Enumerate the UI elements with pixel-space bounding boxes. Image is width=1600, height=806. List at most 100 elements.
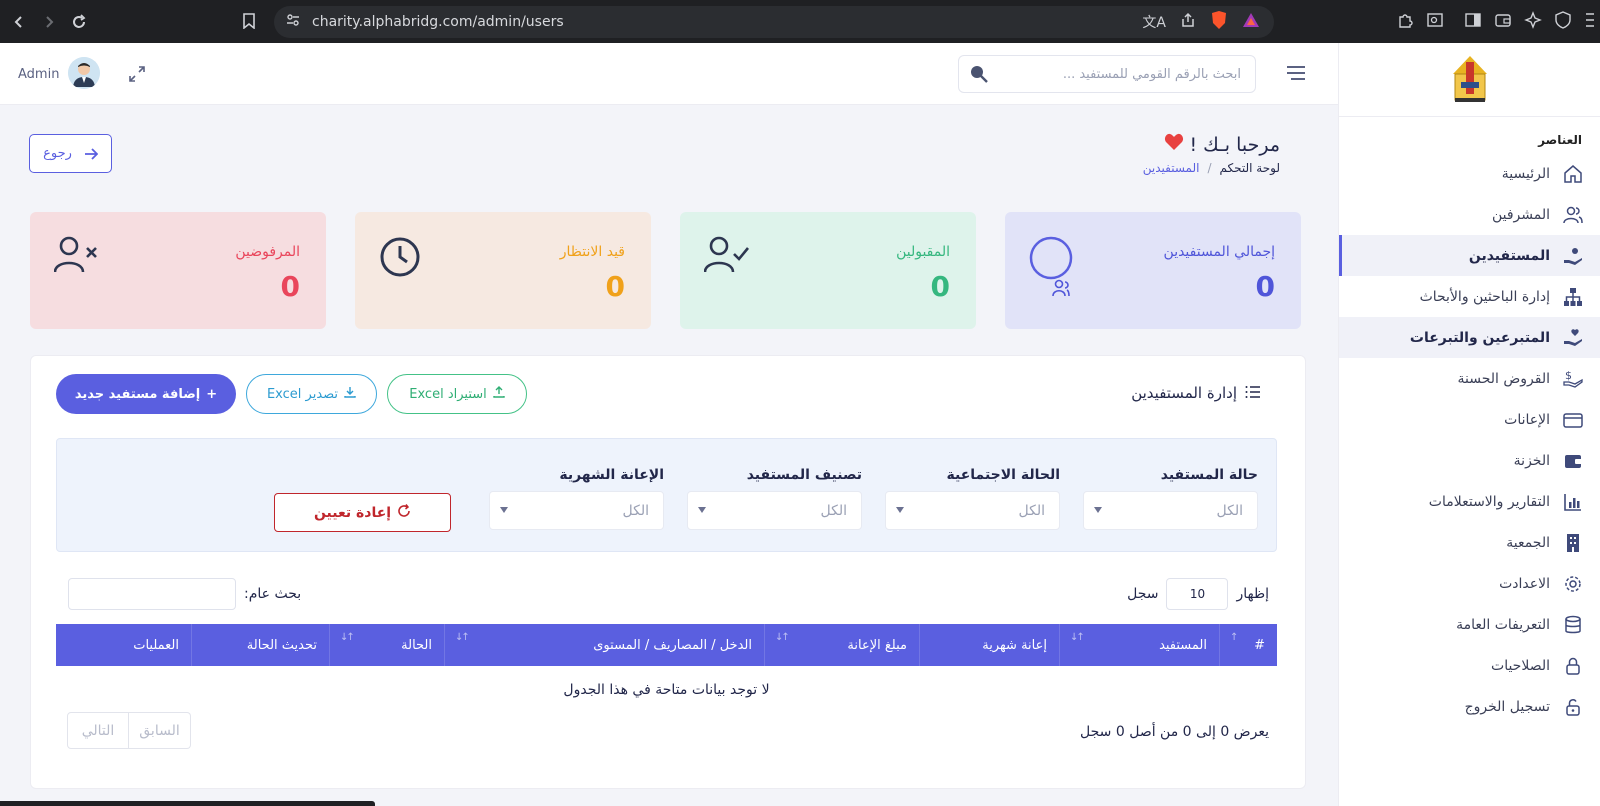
sidebar-item-treasury[interactable]: الخزنة: [1339, 440, 1600, 481]
site-settings-icon[interactable]: [286, 13, 300, 31]
col-index[interactable]: # ↑: [1219, 624, 1277, 666]
col-beneficiary[interactable]: المستفيد ↑↓: [1059, 624, 1219, 666]
address-bar[interactable]: charity.alphabridg.com/admin/users 文A: [274, 6, 1274, 38]
sidebar-item-aids[interactable]: الإعانات: [1339, 399, 1600, 440]
dollar-hand-icon: $: [1562, 368, 1584, 390]
import-excel-button[interactable]: استيراد Excel: [387, 374, 527, 414]
brave-rewards-icon[interactable]: [1242, 12, 1260, 32]
sort-icon: ↑↓: [340, 632, 355, 643]
reload-icon[interactable]: [64, 7, 94, 37]
col-aid-amount[interactable]: مبلغ الإعانة ↑↓: [764, 624, 919, 666]
reader-icon[interactable]: [1426, 11, 1444, 33]
stat-card-pending: قيد الانتظار 0: [355, 212, 651, 329]
export-excel-button[interactable]: تصدير Excel: [246, 374, 377, 414]
sidebar-item-label: الصلاحيات: [1491, 657, 1550, 674]
list-icon: [1245, 384, 1261, 402]
stat-label: المرفوضين: [235, 244, 300, 260]
back-arrow-icon[interactable]: [4, 7, 34, 37]
logo[interactable]: [1339, 43, 1600, 117]
fullscreen-icon[interactable]: [128, 65, 146, 87]
sidebar-item-label: التقارير والاستعلامات: [1428, 493, 1550, 510]
breadcrumb-separator: /: [1207, 161, 1212, 175]
col-status[interactable]: الحالة ↑↓: [329, 624, 444, 666]
wallet-icon[interactable]: [1494, 11, 1512, 33]
share-icon[interactable]: [1180, 12, 1196, 32]
sidebar-item-beneficiaries[interactable]: المستفيدين: [1339, 235, 1600, 276]
sidebar-item-definitions[interactable]: التعريفات العامة: [1339, 604, 1600, 645]
bookmark-icon[interactable]: [234, 6, 264, 36]
vpn-icon[interactable]: [1554, 11, 1572, 33]
sidebar-item-label: المشرفين: [1491, 206, 1550, 223]
global-search-input[interactable]: [68, 578, 236, 610]
admin-name[interactable]: Admin: [18, 67, 59, 82]
sidebar-item-reports[interactable]: التقارير والاستعلامات: [1339, 481, 1600, 522]
social-status-select[interactable]: الكل: [885, 491, 1060, 530]
sort-icon: ↑↓: [775, 632, 790, 643]
col-update-status[interactable]: تحديث الحالة: [191, 624, 329, 666]
avatar[interactable]: [68, 57, 100, 89]
heart-icon: [1164, 133, 1184, 156]
status-select[interactable]: الكل: [1083, 491, 1258, 530]
column-label: إعانة شهرية: [982, 637, 1047, 653]
col-monthly-aid[interactable]: إعانة شهرية: [919, 624, 1059, 666]
search-placeholder: ابحث بالرقم القومي للمستفيد ...: [1062, 66, 1241, 82]
back-button[interactable]: رجوع: [29, 134, 112, 173]
building-icon: [1562, 532, 1584, 554]
sidebar-item-home[interactable]: الرئيسية: [1339, 153, 1600, 194]
filter-label: تصنيف المستفيد: [746, 467, 862, 483]
next-page-button[interactable]: التالي: [67, 712, 129, 749]
reset-filters-button[interactable]: إعادة تعيين: [274, 493, 451, 532]
sidebar-item-settings[interactable]: الاعدادت: [1339, 563, 1600, 604]
users-circle-icon: [1029, 236, 1075, 304]
sidebar-section-title: العناصر: [1538, 133, 1582, 147]
translate-icon[interactable]: 文A: [1142, 12, 1166, 32]
extensions-icon[interactable]: [1396, 11, 1414, 33]
table-empty-row: لا توجد بيانات متاحة في هذا الجدول: [56, 666, 1277, 714]
unlock-icon: [1562, 696, 1584, 718]
col-income[interactable]: الدخل / المصاريف / المستوى ↑↓: [444, 624, 764, 666]
stat-label: قيد الانتظار: [559, 244, 625, 260]
sidebar-item-permissions[interactable]: الصلاحيات: [1339, 645, 1600, 686]
caret-down-icon: [698, 507, 706, 513]
page-length-select[interactable]: 10: [1166, 578, 1229, 610]
column-label: #: [1254, 637, 1265, 653]
sidebar-item-logout[interactable]: تسجيل الخروج: [1339, 686, 1600, 727]
select-value: الكل: [622, 502, 650, 519]
import-excel-label: استيراد Excel: [409, 386, 487, 402]
forward-arrow-icon[interactable]: [34, 7, 64, 37]
sidebar-item-label: المستفيدين: [1468, 247, 1550, 264]
stat-label: المقبولين: [896, 244, 950, 260]
sidebar-item-supervisors[interactable]: المشرفين: [1339, 194, 1600, 235]
svg-text:$: $: [1565, 369, 1572, 382]
menu-icon[interactable]: [1584, 11, 1594, 33]
database-icon: [1562, 614, 1584, 636]
select-value: الكل: [820, 502, 848, 519]
taskbar-strip: [0, 801, 375, 806]
sidebar-item-loans[interactable]: $ القروض الحسنة: [1339, 358, 1600, 399]
sidebar-item-association[interactable]: الجمعية: [1339, 522, 1600, 563]
search-icon: [969, 64, 989, 88]
hamburger-menu-icon[interactable]: [1286, 65, 1306, 85]
hand-coin-icon: [1562, 245, 1584, 267]
breadcrumb-root[interactable]: لوحة التحكم: [1220, 161, 1281, 175]
stat-value: 0: [930, 270, 950, 303]
leo-ai-icon[interactable]: [1524, 11, 1542, 33]
sidebar-item-donors[interactable]: المتبرعين والتبرعات: [1339, 317, 1600, 358]
brave-shield-icon[interactable]: [1210, 10, 1228, 34]
beneficiary-search-input[interactable]: ابحث بالرقم القومي للمستفيد ...: [958, 55, 1256, 93]
browser-toolbar: charity.alphabridg.com/admin/users 文A: [0, 0, 1600, 43]
pagination: التالي السابق: [67, 712, 191, 749]
previous-page-button[interactable]: السابق: [129, 712, 191, 749]
category-select[interactable]: الكل: [687, 491, 862, 530]
add-beneficiary-button[interactable]: + إضافة مستفيد جديد: [56, 374, 236, 414]
col-actions[interactable]: العمليات: [56, 624, 191, 666]
column-label: مبلغ الإعانة: [847, 637, 907, 653]
sidebar-toggle-icon[interactable]: [1464, 11, 1482, 33]
stat-value: 0: [605, 270, 625, 303]
sidebar-item-researchers[interactable]: إدارة الباحثين والأبحاث: [1339, 276, 1600, 317]
sidebar-item-label: الرئيسية: [1501, 165, 1550, 182]
monthly-aid-select[interactable]: الكل: [489, 491, 664, 530]
filter-label: حالة المستفيد: [1160, 467, 1258, 483]
stat-label: إجمالي المستفيدين: [1163, 244, 1275, 260]
user-check-icon: [703, 236, 750, 280]
